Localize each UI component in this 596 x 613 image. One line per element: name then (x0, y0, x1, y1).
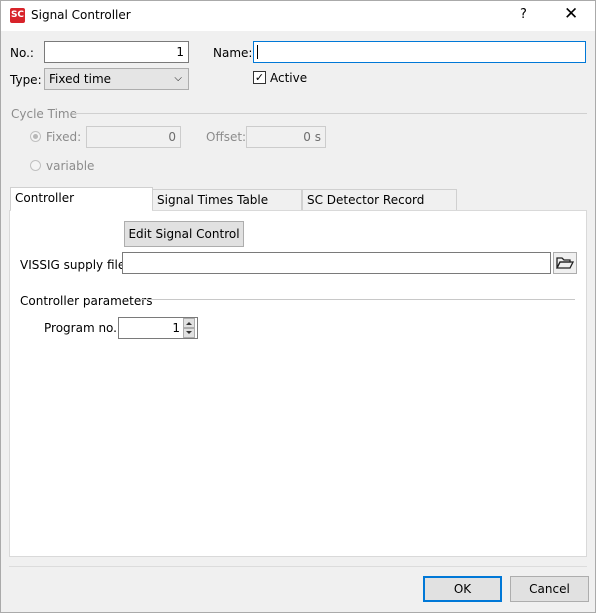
type-select[interactable]: Fixed time ⌵ (44, 68, 189, 90)
window-title: Signal Controller (31, 8, 131, 22)
type-label: Type: (10, 73, 42, 87)
edit-signal-control-button[interactable]: Edit Signal Control (124, 221, 244, 247)
folder-open-icon (555, 257, 575, 269)
controller-parameters-divider (141, 299, 575, 300)
chevron-down-icon: ⌵ (174, 73, 182, 84)
controller-parameters-heading: Controller parameters (20, 294, 153, 308)
text-caret (257, 45, 258, 59)
active-label: Active (270, 71, 308, 85)
program-no-label: Program no.: (44, 321, 122, 335)
spin-down-button[interactable] (183, 328, 195, 338)
no-label: No.: (10, 46, 34, 60)
vissig-supply-file-label: VISSIG supply file: (20, 258, 130, 272)
fixed-input[interactable]: 0 (86, 126, 181, 148)
name-label: Name: (213, 46, 253, 60)
vissig-supply-file-input[interactable] (122, 252, 551, 274)
active-checkbox[interactable]: ✓ (253, 71, 266, 84)
tab-signal-times-table-config[interactable]: Signal Times Table Config. (152, 189, 302, 227)
offset-input[interactable]: 0 s (246, 126, 326, 148)
close-icon[interactable]: ✕ (564, 4, 578, 24)
browse-button[interactable] (553, 252, 577, 274)
active-tab-joiner (11, 209, 152, 212)
ok-button[interactable]: OK (423, 576, 502, 602)
type-select-value: Fixed time (49, 72, 112, 86)
signal-controller-dialog: SC Signal Controller ? ✕ No.: 1 Name: Ty… (0, 0, 596, 613)
cycle-time-divider (73, 113, 587, 114)
variable-label: variable (46, 159, 95, 173)
chevron-down-icon (186, 331, 192, 334)
footer-divider (9, 566, 587, 567)
fixed-label: Fixed: (46, 130, 82, 144)
chevron-up-icon (186, 322, 192, 325)
variable-radio[interactable] (30, 160, 41, 171)
offset-label: Offset: (206, 130, 247, 144)
tab-controller-configuration[interactable]: Controller configuration (10, 187, 153, 225)
help-button[interactable]: ? (520, 7, 527, 22)
no-input[interactable]: 1 (44, 41, 189, 63)
cycle-time-heading: Cycle Time (11, 107, 77, 121)
name-input[interactable] (253, 41, 586, 63)
fixed-radio[interactable] (30, 131, 41, 142)
tab-sc-detector-record-config[interactable]: SC Detector Record Config. (302, 189, 457, 227)
app-icon: SC (10, 8, 25, 23)
title-bar: SC Signal Controller ? ✕ (1, 1, 595, 31)
spin-up-button[interactable] (183, 318, 195, 328)
cancel-button[interactable]: Cancel (510, 576, 589, 602)
